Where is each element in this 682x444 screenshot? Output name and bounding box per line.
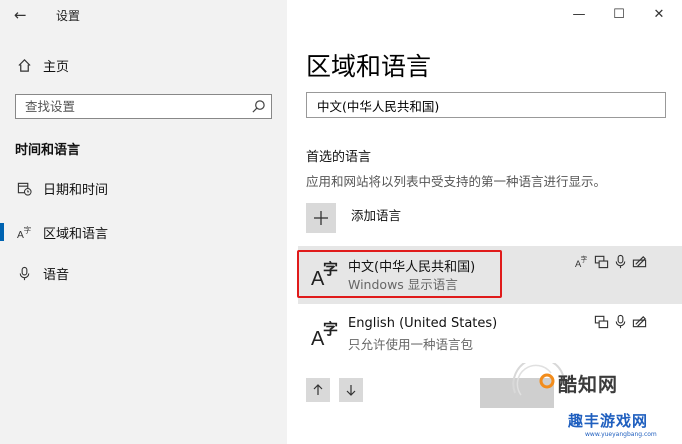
- move-up-button[interactable]: [306, 378, 330, 402]
- sidebar-item-region-language[interactable]: A字 区域和语言: [0, 217, 287, 247]
- maximize-button[interactable]: ☐: [609, 4, 629, 24]
- svg-text:字: 字: [23, 225, 31, 235]
- nav-home-label: 主页: [43, 59, 70, 75]
- close-icon: ✕: [653, 6, 665, 22]
- display-language-icon: A字: [575, 255, 588, 270]
- speech-recognition-icon: [615, 254, 626, 269]
- svg-text:字: 字: [323, 320, 338, 338]
- language-features: [594, 314, 647, 329]
- sidebar: ← 设置 主页 时间和语言 日期和时间 A字 区域和语言 语音: [0, 0, 287, 444]
- arrow-up-icon: [313, 384, 323, 395]
- move-down-button[interactable]: [339, 378, 363, 402]
- language-icon: A字: [16, 224, 32, 240]
- main-content: — ☐ ✕ 区域和语言 中文(中华人民共和国) 首选的语言 应用和网站将以列表中…: [287, 0, 682, 444]
- sidebar-item-label: 语音: [43, 267, 70, 283]
- add-language-label[interactable]: 添加语言: [351, 205, 401, 224]
- minimize-button[interactable]: —: [569, 4, 589, 24]
- handwriting-icon: [632, 256, 647, 268]
- language-glyph-icon: A字: [311, 320, 338, 348]
- page-title: 区域和语言: [306, 52, 432, 81]
- speech-recognition-icon: [615, 314, 626, 329]
- maximize-icon: ☐: [613, 6, 625, 22]
- minimize-icon: —: [572, 6, 586, 22]
- section-header: 时间和语言: [15, 143, 81, 158]
- svg-text:字: 字: [581, 255, 588, 264]
- handwriting-icon: [632, 316, 647, 328]
- text-to-speech-icon: [594, 255, 609, 269]
- language-item-english[interactable]: A字 English (United States) 只允许使用一种语言包: [298, 306, 682, 364]
- sidebar-item-speech[interactable]: 语音: [0, 258, 287, 288]
- language-name: English (United States): [348, 316, 498, 331]
- back-arrow-icon: ←: [14, 6, 27, 24]
- watermark-text-secondary: 趣丰游戏网: [568, 412, 649, 430]
- app-title: 设置: [56, 9, 81, 23]
- plus-icon: [314, 211, 328, 225]
- language-sub: 只允许使用一种语言包: [348, 337, 474, 352]
- back-button[interactable]: ←: [14, 6, 32, 24]
- preferred-languages-title: 首选的语言: [306, 150, 372, 165]
- search-box[interactable]: [15, 94, 272, 119]
- close-button[interactable]: ✕: [649, 4, 669, 24]
- preferred-languages-desc: 应用和网站将以列表中受支持的第一种语言进行显示。: [306, 174, 607, 189]
- search-icon[interactable]: [251, 99, 266, 114]
- language-features: A字: [575, 254, 647, 269]
- sidebar-item-label: 区域和语言: [43, 226, 109, 242]
- search-input[interactable]: [16, 95, 246, 118]
- sidebar-item-date-time[interactable]: 日期和时间: [0, 173, 287, 203]
- nav-home[interactable]: 主页: [0, 50, 287, 80]
- arrow-down-icon: [346, 385, 356, 396]
- highlight-annotation: [297, 250, 502, 298]
- home-icon: [16, 57, 32, 73]
- add-language-button[interactable]: [306, 203, 336, 233]
- text-to-speech-icon: [594, 315, 609, 329]
- calendar-clock-icon: [16, 180, 32, 196]
- watermark-url: www.yueyangbang.com: [585, 431, 657, 438]
- country-region-select[interactable]: 中文(中华人民共和国): [306, 92, 666, 118]
- microphone-icon: [16, 265, 32, 281]
- watermark-text: 酷知网: [558, 374, 619, 396]
- country-region-value: 中文(中华人民共和国): [317, 98, 440, 114]
- sidebar-item-label: 日期和时间: [43, 182, 109, 198]
